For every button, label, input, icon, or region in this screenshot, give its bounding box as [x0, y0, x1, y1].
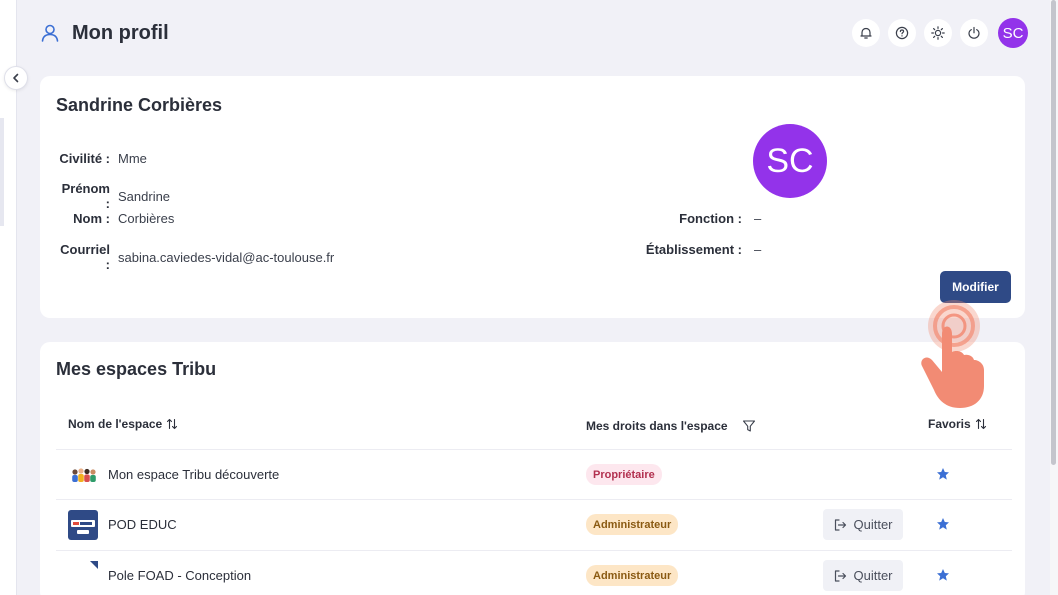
- star-icon[interactable]: [936, 517, 950, 531]
- scrollbar-thumb[interactable]: [1051, 0, 1056, 465]
- sort-icon: [167, 418, 178, 430]
- space-name[interactable]: POD EDUC: [108, 517, 177, 532]
- user-icon: [41, 24, 59, 42]
- click-hint-hand-icon: [921, 300, 984, 408]
- quit-label: Quitter: [853, 517, 893, 532]
- sun-icon: [931, 26, 945, 40]
- help-button[interactable]: [888, 19, 916, 47]
- table-row[interactable]: Mon espace Tribu découverte Propriétaire: [56, 449, 1012, 499]
- role-badge: Administrateur: [586, 514, 679, 535]
- role-badge: Propriétaire: [586, 464, 662, 485]
- logout-arrow-icon: [835, 518, 847, 531]
- power-icon: [968, 26, 980, 39]
- field-label: Fonction :: [679, 211, 742, 226]
- pod-educ-logo-icon: [68, 510, 98, 540]
- profile-avatar: SC: [753, 124, 827, 198]
- table-row[interactable]: Pole FOAD - Conception Administrateur Qu…: [56, 550, 1012, 595]
- field-prenom: Prénom : Sandrine: [56, 181, 170, 211]
- page-title: Mon profil: [72, 21, 169, 44]
- field-value: –: [754, 242, 762, 257]
- email-value: sabina.caviedes-vidal@ac-toulouse.fr: [118, 249, 335, 265]
- field-courriel: Courriel : sabina.caviedes-vidal@ac-toul…: [56, 242, 334, 272]
- chevron-left-icon: [13, 73, 19, 83]
- page-scrollbar[interactable]: [1050, 0, 1058, 595]
- space-logo-icon: [90, 561, 98, 569]
- quit-label: Quitter: [853, 568, 893, 583]
- people-logo-icon: [72, 468, 96, 482]
- star-icon[interactable]: [936, 467, 950, 481]
- sidebar-toggle-button[interactable]: [4, 66, 28, 90]
- theme-toggle-button[interactable]: [924, 19, 952, 47]
- bell-icon: [860, 27, 872, 39]
- field-label: Nom :: [73, 211, 110, 226]
- field-label: Prénom :: [61, 181, 110, 211]
- filter-icon[interactable]: [742, 419, 756, 433]
- sidebar-notch: [0, 118, 4, 226]
- column-label: Mes droits dans l'espace: [586, 419, 728, 433]
- field-etablissement: Établissement : –: [600, 242, 761, 257]
- field-value: Corbières: [118, 211, 175, 226]
- title-wrap: Mon profil: [40, 22, 169, 45]
- column-header-rights[interactable]: Mes droits dans l'espace: [586, 419, 756, 433]
- page-header: Mon profil SC: [40, 18, 1028, 48]
- field-nom: Nom : Corbières: [56, 211, 174, 226]
- table-row[interactable]: POD EDUC Administrateur Quitter: [56, 499, 1012, 549]
- profile-card: Sandrine Corbières Civilité : Mme Prénom…: [40, 76, 1025, 318]
- space-name[interactable]: Mon espace Tribu découverte: [108, 467, 279, 482]
- space-name[interactable]: Pole FOAD - Conception: [108, 568, 251, 583]
- field-fonction: Fonction : –: [600, 211, 761, 226]
- field-value: Mme: [118, 151, 147, 166]
- field-label: Courriel :: [60, 242, 110, 272]
- logout-button[interactable]: [960, 19, 988, 47]
- notifications-button[interactable]: [852, 19, 880, 47]
- column-header-favorites[interactable]: Favoris: [928, 417, 987, 431]
- field-civilite: Civilité : Mme: [56, 151, 147, 166]
- quit-button[interactable]: Quitter: [823, 509, 903, 540]
- logout-arrow-icon: [835, 569, 847, 582]
- field-label: Civilité :: [59, 151, 110, 166]
- column-header-name[interactable]: Nom de l'espace: [68, 417, 178, 431]
- header-actions: SC: [852, 18, 1028, 48]
- help-icon: [895, 26, 909, 40]
- field-value: –: [754, 211, 762, 226]
- profile-name: Sandrine Corbières: [56, 95, 223, 115]
- spaces-card: Mes espaces Tribu Nom de l'espace Mes dr…: [40, 342, 1025, 595]
- role-badge: Administrateur: [586, 565, 679, 586]
- field-label: Établissement :: [645, 242, 742, 257]
- quit-button[interactable]: Quitter: [823, 560, 903, 591]
- star-icon[interactable]: [936, 568, 950, 582]
- field-value: Sandrine: [118, 188, 171, 204]
- user-avatar[interactable]: SC: [998, 18, 1028, 48]
- column-label: Nom de l'espace: [68, 417, 163, 431]
- spaces-title: Mes espaces Tribu: [56, 359, 217, 379]
- column-label: Favoris: [928, 417, 971, 431]
- sort-icon: [975, 418, 986, 430]
